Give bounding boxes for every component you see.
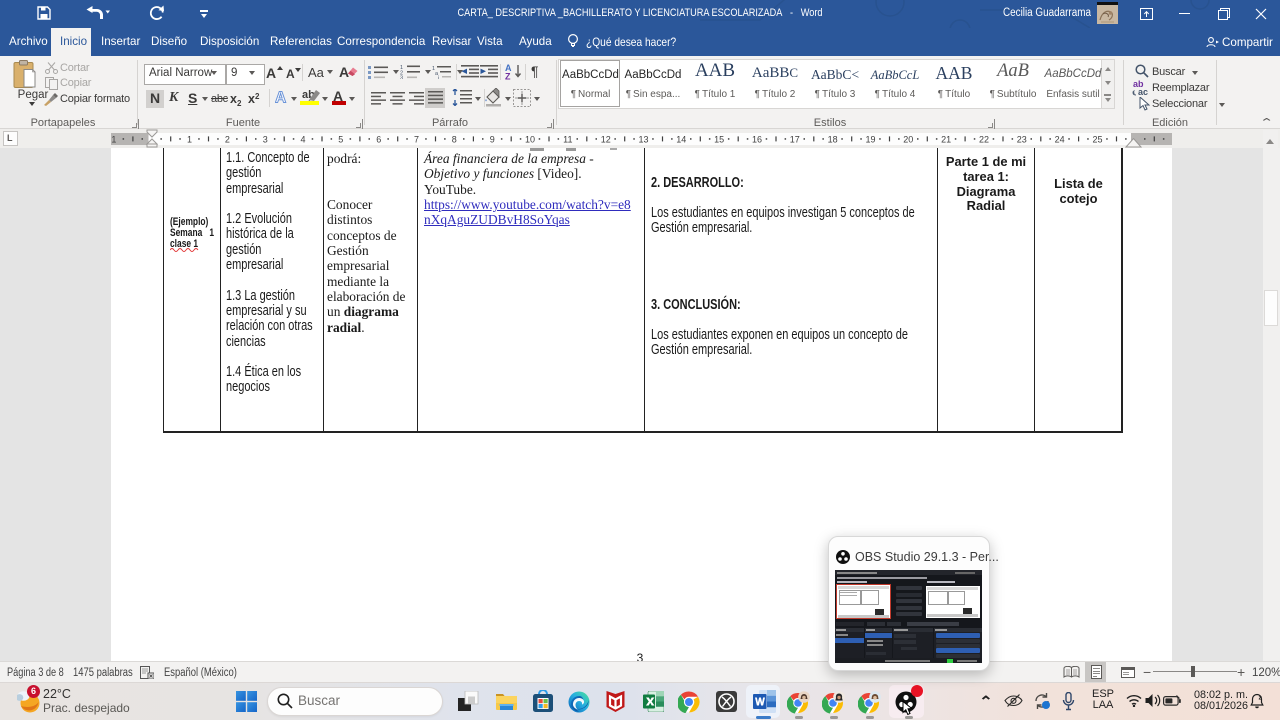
svg-text:13: 13 <box>638 135 648 145</box>
svg-text:Z: Z <box>505 72 511 81</box>
svg-text:23: 23 <box>1017 135 1027 145</box>
svg-text:1: 1 <box>111 135 116 145</box>
svg-text:3: 3 <box>263 135 268 145</box>
svg-text:7: 7 <box>414 135 419 145</box>
svg-text:14: 14 <box>676 135 686 145</box>
svg-text:6: 6 <box>376 135 381 145</box>
svg-text:9: 9 <box>490 135 495 145</box>
svg-text:2: 2 <box>225 135 230 145</box>
svg-text:17: 17 <box>790 135 800 145</box>
svg-text:ac: ac <box>1138 87 1148 97</box>
svg-text:11: 11 <box>563 135 572 145</box>
svg-text:1: 1 <box>187 135 192 145</box>
svg-text:25: 25 <box>1092 135 1102 145</box>
svg-text:16: 16 <box>752 135 762 145</box>
svg-text:19: 19 <box>865 135 875 145</box>
svg-text:A: A <box>275 90 286 106</box>
svg-text:20: 20 <box>903 135 913 145</box>
svg-text:22: 22 <box>979 135 989 145</box>
svg-text:4: 4 <box>300 135 305 145</box>
svg-text:3: 3 <box>400 76 403 80</box>
svg-text:8: 8 <box>452 135 457 145</box>
svg-text:18: 18 <box>828 135 838 145</box>
svg-text:i: i <box>438 76 439 80</box>
svg-text:15: 15 <box>714 135 724 145</box>
svg-text:12: 12 <box>601 135 611 145</box>
svg-text:5: 5 <box>338 135 343 145</box>
svg-text:21: 21 <box>941 135 951 145</box>
svg-text:10: 10 <box>525 135 535 145</box>
svg-text:24: 24 <box>1055 135 1065 145</box>
